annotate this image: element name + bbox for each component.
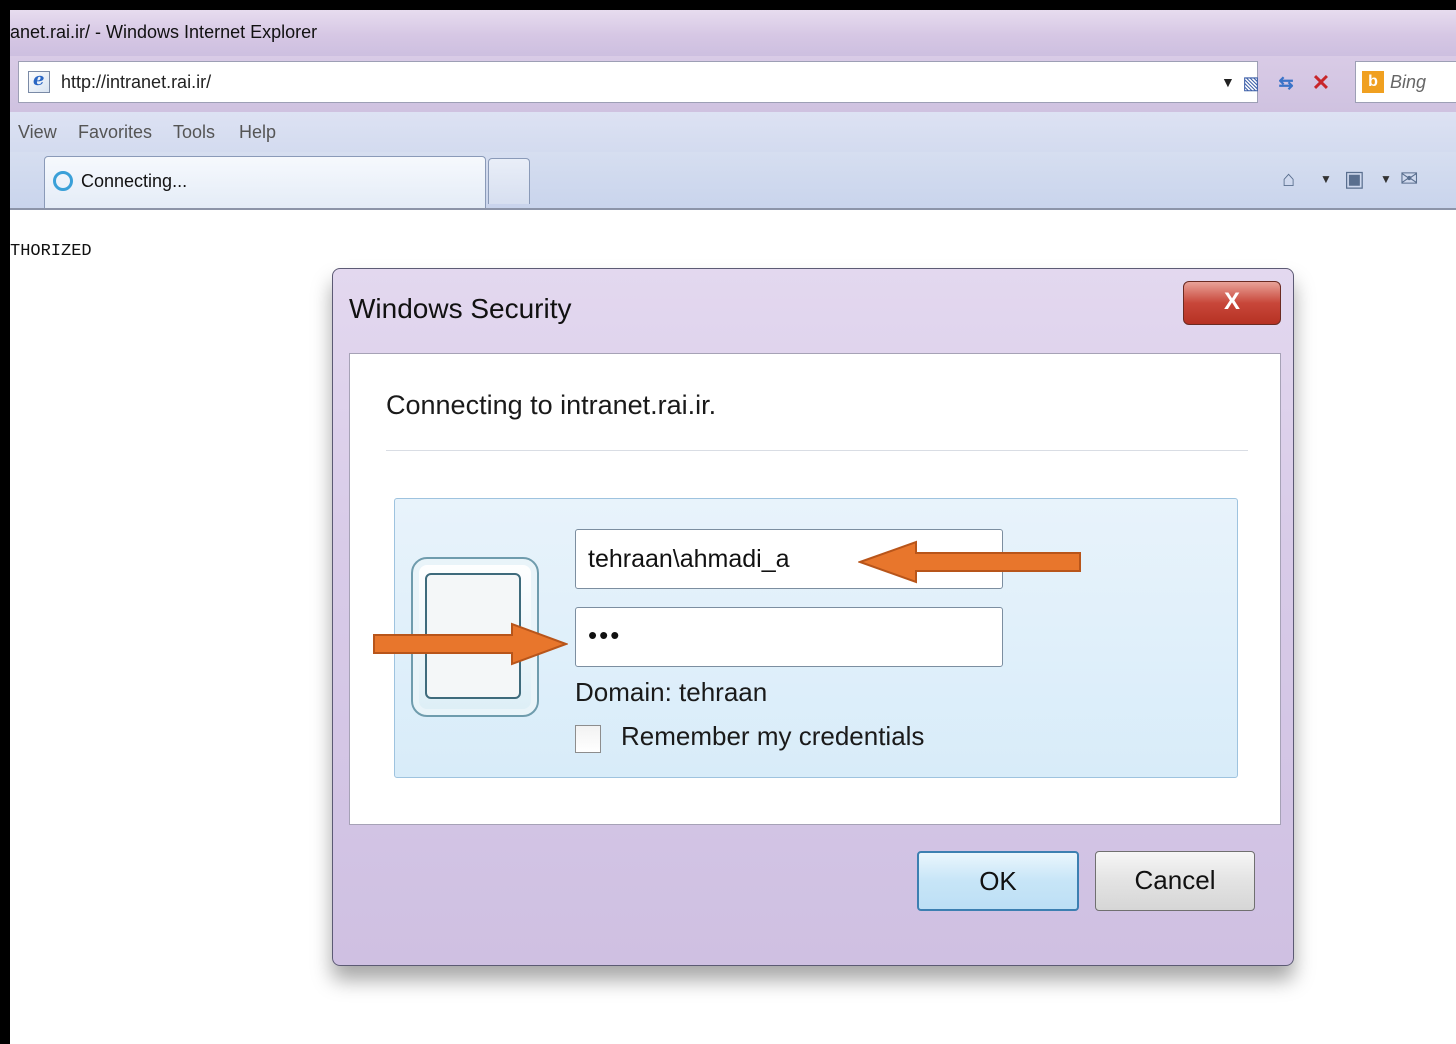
stop-icon[interactable]: ✕ — [1308, 69, 1334, 97]
home-dropdown-icon[interactable]: ▼ — [1320, 172, 1332, 186]
search-box[interactable]: b Bing — [1355, 61, 1456, 103]
remember-label[interactable]: Remember my credentials — [621, 721, 924, 752]
menu-bar: View Favorites Tools Help — [10, 112, 1456, 152]
loading-spinner-icon — [53, 171, 73, 191]
menu-item-favorites[interactable]: Favorites — [78, 122, 152, 143]
rss-feed-icon[interactable]: ▣ — [1344, 166, 1365, 192]
home-icon[interactable]: ⌂ — [1282, 166, 1295, 192]
orange-arrow-icon — [858, 540, 1081, 584]
password-value[interactable]: ••• — [588, 620, 621, 651]
domain-label: Domain: tehraan — [575, 677, 768, 707]
password-field[interactable]: ••• — [575, 607, 1003, 667]
window-title: anet.rai.ir/ - Windows Internet Explorer — [10, 22, 318, 42]
search-placeholder[interactable]: Bing — [1390, 72, 1426, 93]
dialog-title: Windows Security — [349, 293, 572, 324]
bing-icon: b — [1362, 71, 1384, 93]
page-body-text: THORIZED — [10, 242, 92, 261]
cancel-button[interactable]: Cancel — [1095, 851, 1255, 911]
remember-checkbox[interactable] — [575, 725, 601, 753]
ok-button[interactable]: OK — [917, 851, 1079, 911]
close-button[interactable]: X — [1183, 281, 1281, 325]
address-bar[interactable]: http://intranet.rai.ir/ ▼ — [18, 61, 1258, 103]
windows-security-dialog: Windows Security X Connecting to intrane… — [332, 268, 1294, 966]
connecting-message: Connecting to intranet.rai.ir. — [386, 390, 717, 420]
mail-icon[interactable]: ✉ — [1400, 166, 1418, 192]
window-titlebar: anet.rai.ir/ - Windows Internet Explorer — [10, 10, 1456, 56]
menu-item-tools[interactable]: Tools — [173, 122, 215, 143]
menu-item-view[interactable]: View — [18, 122, 57, 143]
address-row: http://intranet.rai.ir/ ▼ ▧ ⇆ ✕ b Bing — [10, 56, 1456, 112]
address-url[interactable]: http://intranet.rai.ir/ — [61, 72, 211, 93]
separator — [386, 450, 1248, 451]
compatibility-view-icon[interactable]: ▧ — [1238, 69, 1264, 97]
menu-item-help[interactable]: Help — [239, 122, 276, 143]
tab-connecting[interactable]: Connecting... — [44, 156, 486, 208]
username-value[interactable]: tehraan\ahmadi_a — [588, 545, 790, 574]
tab-label: Connecting... — [81, 171, 188, 191]
feeds-dropdown-icon[interactable]: ▼ — [1380, 172, 1392, 186]
ie-page-icon — [28, 69, 50, 93]
new-tab-button[interactable] — [488, 158, 530, 204]
tab-row: Connecting... ⌂ ▼ ▣ ▼ ✉ — [10, 152, 1456, 210]
orange-arrow-icon — [373, 622, 568, 666]
address-dropdown-icon[interactable]: ▼ — [1221, 74, 1235, 90]
refresh-icon[interactable]: ⇆ — [1273, 69, 1299, 97]
dialog-body: Connecting to intranet.rai.ir. tehraan\a… — [349, 353, 1281, 825]
